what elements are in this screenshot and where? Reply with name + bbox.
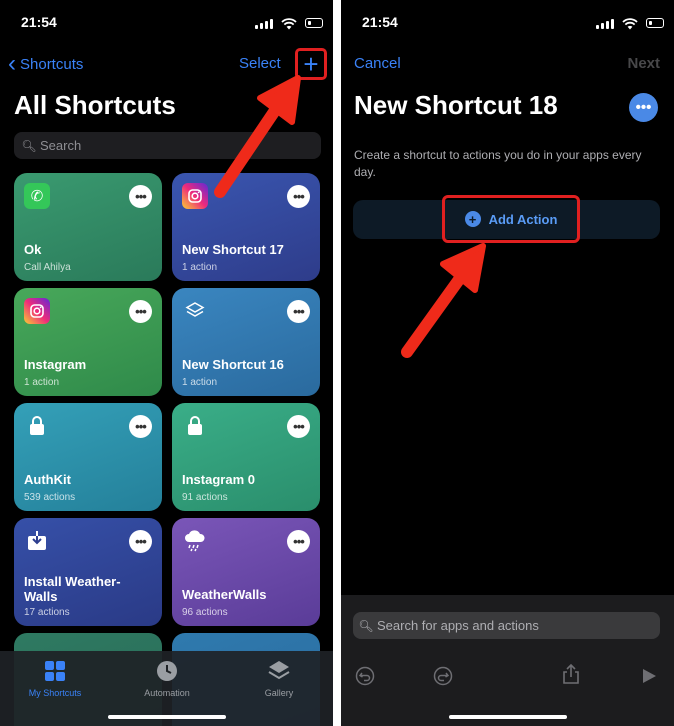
tab-bar: My Shortcuts Automation Gallery bbox=[0, 651, 333, 726]
chevron-left-icon: ‹ bbox=[8, 50, 16, 77]
shortcut-subtitle: 1 action bbox=[182, 262, 218, 273]
lock-icon bbox=[24, 413, 50, 439]
new-shortcut-screen: 21:54 Cancel Next New Shortcut 18 ••• Cr… bbox=[341, 0, 674, 726]
back-button[interactable]: ‹ Shortcuts bbox=[8, 50, 84, 77]
cancel-button[interactable]: Cancel bbox=[354, 55, 401, 72]
status-bar: 21:54 bbox=[0, 14, 333, 34]
annotation-arrow bbox=[401, 243, 486, 358]
play-icon[interactable] bbox=[638, 665, 660, 687]
shortcut-title: New Shortcut 16 bbox=[182, 357, 284, 372]
tab-label: Gallery bbox=[264, 688, 294, 698]
undo-icon[interactable] bbox=[354, 665, 376, 687]
shortcut-name-title: New Shortcut 18 bbox=[354, 90, 558, 120]
shortcut-card[interactable]: ••• Instagram 1 action bbox=[14, 288, 162, 396]
shortcut-card[interactable]: ••• New Shortcut 17 1 action bbox=[172, 173, 320, 281]
more-icon[interactable]: ••• bbox=[287, 300, 310, 323]
more-icon[interactable]: ••• bbox=[129, 415, 152, 438]
more-icon[interactable]: ••• bbox=[287, 530, 310, 553]
more-icon[interactable]: ••• bbox=[129, 530, 152, 553]
select-button[interactable]: Select bbox=[239, 55, 281, 72]
redo-icon[interactable] bbox=[432, 665, 454, 687]
shortcut-subtitle: 539 actions bbox=[24, 492, 76, 503]
download-icon bbox=[24, 528, 50, 554]
wifi-icon bbox=[622, 18, 638, 30]
shortcut-subtitle: Call Ahilya bbox=[24, 262, 71, 273]
shortcut-card[interactable]: ••• AuthKit 539 actions bbox=[14, 403, 162, 511]
instagram-icon bbox=[182, 183, 208, 209]
shortcut-card[interactable]: ••• New Shortcut 16 1 action bbox=[172, 288, 320, 396]
phone-icon: ✆ bbox=[24, 183, 50, 209]
shortcut-subtitle: 1 action bbox=[24, 377, 60, 388]
shortcut-title: Instagram 0 bbox=[182, 472, 255, 487]
search-icon: 🔍︎ bbox=[358, 618, 374, 633]
shortcut-subtitle: 1 action bbox=[182, 377, 218, 388]
cloud-rain-icon bbox=[182, 528, 208, 554]
shortcut-card[interactable]: ••• Instagram 0 91 actions bbox=[172, 403, 320, 511]
shortcut-title: Ok bbox=[24, 242, 42, 257]
search-icon: 🔍︎ bbox=[21, 138, 37, 153]
search-actions-input[interactable]: 🔍︎ Search for apps and actions bbox=[353, 612, 660, 639]
battery-icon bbox=[646, 18, 664, 28]
more-icon[interactable]: ••• bbox=[287, 185, 310, 208]
shortcut-title: Install Weather-Walls bbox=[24, 574, 121, 604]
tab-label: My Shortcuts bbox=[28, 688, 82, 698]
share-icon[interactable] bbox=[560, 663, 582, 685]
more-icon[interactable]: ••• bbox=[129, 185, 152, 208]
plus-circle-icon: + bbox=[464, 211, 481, 227]
search-placeholder: Search bbox=[40, 138, 82, 153]
shortcut-subtitle: 96 actions bbox=[182, 607, 228, 618]
lock-icon bbox=[182, 413, 208, 439]
page-title: All Shortcuts bbox=[14, 90, 176, 120]
shortcut-title: AuthKit bbox=[24, 472, 71, 487]
description-text: Create a shortcut to actions you do in y… bbox=[354, 148, 642, 179]
cellular-signal-icon bbox=[596, 19, 614, 29]
shortcut-card[interactable]: ✆ ••• Ok Call Ahilya bbox=[14, 173, 162, 281]
add-shortcut-button[interactable]: + bbox=[295, 48, 327, 80]
actions-panel: 🔍︎ Search for apps and actions bbox=[341, 595, 674, 726]
cellular-signal-icon bbox=[255, 19, 273, 29]
search-input[interactable]: 🔍︎ Search bbox=[14, 132, 321, 159]
grid-icon bbox=[45, 661, 65, 681]
add-action-button[interactable]: + Add Action bbox=[442, 195, 580, 243]
shortcut-title: New Shortcut 17 bbox=[182, 242, 284, 257]
search-placeholder: Search for apps and actions bbox=[377, 618, 539, 633]
more-icon[interactable]: ••• bbox=[129, 300, 152, 323]
status-time: 21:54 bbox=[362, 14, 398, 30]
shortcut-card[interactable]: ••• WeatherWalls 96 actions bbox=[172, 518, 320, 626]
home-indicator bbox=[108, 715, 226, 719]
shortcuts-library-screen: 21:54 ‹ Shortcuts Select + All Shortcuts… bbox=[0, 0, 333, 726]
wifi-icon bbox=[281, 18, 297, 30]
layers-icon bbox=[182, 298, 208, 324]
battery-icon bbox=[305, 18, 323, 28]
status-time: 21:54 bbox=[21, 14, 57, 30]
next-button[interactable]: Next bbox=[627, 55, 660, 72]
back-label: Shortcuts bbox=[20, 55, 84, 73]
instagram-icon bbox=[24, 298, 50, 324]
tab-label: Automation bbox=[144, 688, 190, 698]
layers-icon bbox=[268, 661, 290, 680]
add-action-label: Add Action bbox=[488, 211, 558, 227]
tab-my-shortcuts[interactable]: My Shortcuts bbox=[10, 659, 100, 698]
home-indicator bbox=[449, 715, 567, 719]
shortcut-subtitle: 17 actions bbox=[24, 607, 70, 618]
status-bar: 21:54 bbox=[341, 14, 674, 34]
shortcut-card[interactable]: ••• Install Weather-Walls 17 actions bbox=[14, 518, 162, 626]
shortcut-subtitle: 91 actions bbox=[182, 492, 228, 503]
more-icon[interactable]: ••• bbox=[287, 415, 310, 438]
tab-gallery[interactable]: Gallery bbox=[234, 659, 324, 698]
more-icon[interactable]: ••• bbox=[629, 93, 658, 122]
clock-check-icon bbox=[157, 661, 177, 681]
shortcut-title: Instagram bbox=[24, 357, 87, 372]
shortcut-title: WeatherWalls bbox=[182, 587, 267, 602]
plus-icon: + bbox=[303, 49, 319, 79]
tab-automation[interactable]: Automation bbox=[122, 659, 212, 698]
